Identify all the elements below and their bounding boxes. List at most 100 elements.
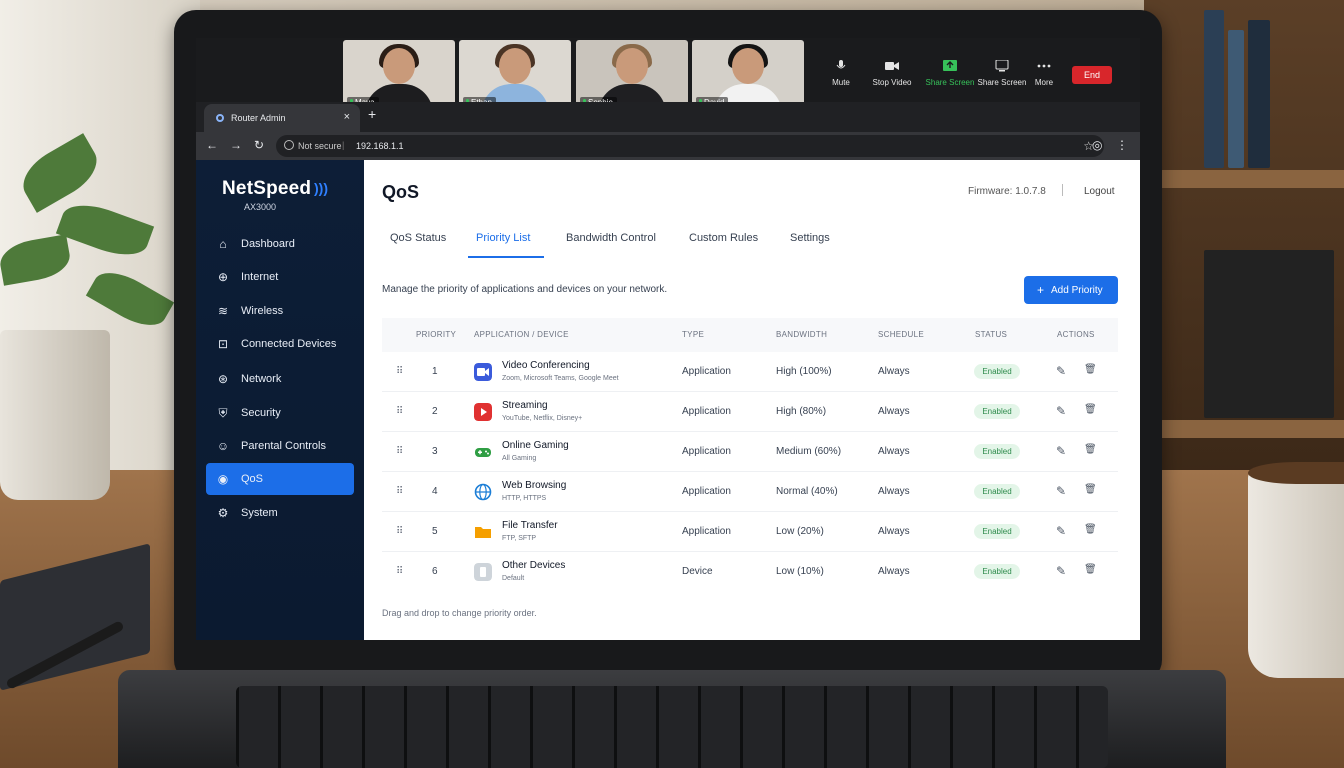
drag-hint: Drag and drop to change priority order. bbox=[382, 608, 537, 618]
shelf-board bbox=[1144, 170, 1344, 188]
add-priority-button[interactable]: + Add Priority bbox=[1024, 276, 1118, 304]
globe-icon bbox=[474, 483, 492, 501]
table-row[interactable]: ⠿ 2 Streaming YouTube, Netflix, Disney+ … bbox=[382, 392, 1118, 432]
device-icon bbox=[474, 563, 492, 581]
book bbox=[1248, 20, 1270, 168]
row-bandwidth: Normal (40%) bbox=[776, 486, 838, 497]
table-row[interactable]: ⠿ 6 Other Devices Default Device Low (10… bbox=[382, 552, 1118, 592]
sidebar-item-label: Security bbox=[241, 407, 281, 419]
browser-tab[interactable]: Router Admin × bbox=[204, 104, 360, 132]
edit-icon[interactable]: ✎ bbox=[1056, 564, 1066, 578]
drag-handle-icon[interactable]: ⠿ bbox=[396, 526, 403, 537]
firmware-version: Firmware: 1.0.7.8 bbox=[968, 186, 1046, 197]
play-icon bbox=[474, 403, 492, 421]
logout-link[interactable]: Logout bbox=[1084, 186, 1115, 197]
stop-video-button[interactable]: Stop Video bbox=[862, 60, 922, 87]
column-header-bandwidth: BANDWIDTH bbox=[776, 330, 828, 339]
participant-tile-david[interactable]: David bbox=[692, 40, 804, 110]
edit-icon[interactable]: ✎ bbox=[1056, 484, 1066, 498]
sidebar-item-qos[interactable]: ◉ QoS bbox=[206, 463, 354, 495]
priority-table: PRIORITY APPLICATION / DEVICE TYPE BANDW… bbox=[382, 318, 1118, 602]
sidebar-item-internet[interactable]: ⊕ Internet bbox=[206, 261, 354, 293]
table-row[interactable]: ⠿ 4 Web Browsing HTTP, HTTPS Application… bbox=[382, 472, 1118, 512]
reload-icon[interactable]: ↻ bbox=[254, 138, 264, 152]
row-priority: 5 bbox=[432, 526, 438, 537]
forward-icon[interactable]: → bbox=[230, 138, 242, 152]
close-tab-icon[interactable]: × bbox=[344, 111, 350, 123]
sidebar-item-label: QoS bbox=[241, 473, 264, 485]
edit-icon[interactable]: ✎ bbox=[1056, 524, 1066, 538]
back-icon[interactable]: ← bbox=[206, 138, 218, 152]
tab-priority-list[interactable]: Priority List bbox=[476, 232, 530, 244]
row-schedule: Always bbox=[878, 406, 910, 417]
row-bandwidth: High (80%) bbox=[776, 406, 827, 417]
edit-icon[interactable]: ✎ bbox=[1056, 364, 1066, 378]
sidebar-item-dashboard[interactable]: ⌂ Dashboard bbox=[206, 228, 354, 260]
browser-tab-strip: Router Admin × bbox=[196, 102, 1140, 132]
share-screen-label: Share Screen bbox=[925, 78, 975, 87]
row-app-name: Other Devices bbox=[502, 560, 566, 571]
row-app-subtitle: Zoom, Microsoft Teams, Google Meet bbox=[502, 375, 619, 382]
trash-icon[interactable]: 🗑 bbox=[1084, 404, 1097, 415]
row-bandwidth: High (100%) bbox=[776, 366, 832, 377]
drag-handle-icon[interactable]: ⠿ bbox=[396, 366, 403, 377]
edit-icon[interactable]: ✎ bbox=[1056, 444, 1066, 458]
table-row[interactable]: ⠿ 3 Online Gaming All Gaming Application… bbox=[382, 432, 1118, 472]
column-header-schedule: SCHEDULE bbox=[878, 330, 924, 339]
trash-icon[interactable]: 🗑 bbox=[1084, 564, 1097, 575]
url-text[interactable]: 192.168.1.1 bbox=[356, 141, 404, 151]
drag-handle-icon[interactable]: ⠿ bbox=[396, 406, 403, 417]
participant-tile-sophie[interactable]: Sophie bbox=[576, 40, 688, 110]
sidebar-item-parental-controls[interactable]: ☺ Parental Controls bbox=[206, 430, 354, 462]
page-description: Manage the priority of applications and … bbox=[382, 284, 668, 295]
participant-tile-maya[interactable]: Maya bbox=[343, 40, 455, 110]
drag-handle-icon[interactable]: ⠿ bbox=[396, 566, 403, 577]
table-row[interactable]: ⠿ 1 Video Conferencing Zoom, Microsoft T… bbox=[382, 352, 1118, 392]
gear-icon: ⚙ bbox=[217, 506, 229, 520]
column-header-type: TYPE bbox=[682, 330, 705, 339]
sidebar-item-connected-devices[interactable]: ⊡ Connected Devices bbox=[206, 328, 354, 360]
tab-settings[interactable]: Settings bbox=[790, 232, 830, 244]
profile-icon[interactable]: ◎ bbox=[1092, 138, 1102, 152]
column-header-application: APPLICATION / DEVICE bbox=[474, 330, 569, 339]
new-tab-icon[interactable]: + bbox=[368, 106, 376, 122]
trash-icon[interactable]: 🗑 bbox=[1084, 444, 1097, 455]
row-type: Application bbox=[682, 486, 731, 497]
sidebar-item-label: Dashboard bbox=[241, 238, 295, 250]
row-app-subtitle: Default bbox=[502, 575, 525, 582]
status-badge: Enabled bbox=[974, 484, 1020, 499]
row-app-name: Online Gaming bbox=[502, 440, 569, 451]
info-icon[interactable] bbox=[284, 140, 294, 150]
coffee-mug bbox=[1248, 468, 1344, 678]
sidebar-item-system[interactable]: ⚙ System bbox=[206, 497, 354, 529]
drag-handle-icon[interactable]: ⠿ bbox=[396, 446, 403, 457]
sidebar-item-security[interactable]: ⛨ Security bbox=[206, 397, 354, 429]
trash-icon[interactable]: 🗑 bbox=[1084, 364, 1097, 375]
trash-icon[interactable]: 🗑 bbox=[1084, 524, 1097, 535]
row-schedule: Always bbox=[878, 366, 910, 377]
browser-menu-icon[interactable]: ⋮ bbox=[1116, 138, 1128, 152]
end-call-button[interactable]: End bbox=[1072, 66, 1112, 84]
sidebar-item-label: System bbox=[241, 507, 278, 519]
microphone-icon bbox=[836, 60, 846, 69]
row-schedule: Always bbox=[878, 566, 910, 577]
qos-icon: ◉ bbox=[217, 472, 229, 486]
participant-face bbox=[616, 48, 648, 84]
tab-bandwidth-control[interactable]: Bandwidth Control bbox=[566, 232, 656, 244]
participant-tile-ethan[interactable]: Ethan bbox=[459, 40, 571, 110]
table-row[interactable]: ⠿ 5 File Transfer FTP, SFTP Application … bbox=[382, 512, 1118, 552]
edit-icon[interactable]: ✎ bbox=[1056, 404, 1066, 418]
sidebar-item-wireless[interactable]: ≋ Wireless bbox=[206, 295, 354, 327]
devices-icon: ⊡ bbox=[217, 337, 229, 351]
sidebar-item-network[interactable]: ⊛ Network bbox=[206, 363, 354, 395]
speaker bbox=[1204, 250, 1334, 418]
more-button[interactable]: More bbox=[1014, 60, 1074, 87]
address-bar[interactable]: Not secure | 192.168.1.1 ☆ bbox=[276, 135, 1104, 157]
video-icon bbox=[474, 363, 492, 381]
tab-qos-status[interactable]: QoS Status bbox=[390, 232, 446, 244]
row-app-subtitle: YouTube, Netflix, Disney+ bbox=[502, 415, 583, 422]
trash-icon[interactable]: 🗑 bbox=[1084, 484, 1097, 495]
drag-handle-icon[interactable]: ⠿ bbox=[396, 486, 403, 497]
share-screen-button[interactable]: Share Screen bbox=[920, 60, 980, 87]
tab-custom-rules[interactable]: Custom Rules bbox=[689, 232, 758, 244]
